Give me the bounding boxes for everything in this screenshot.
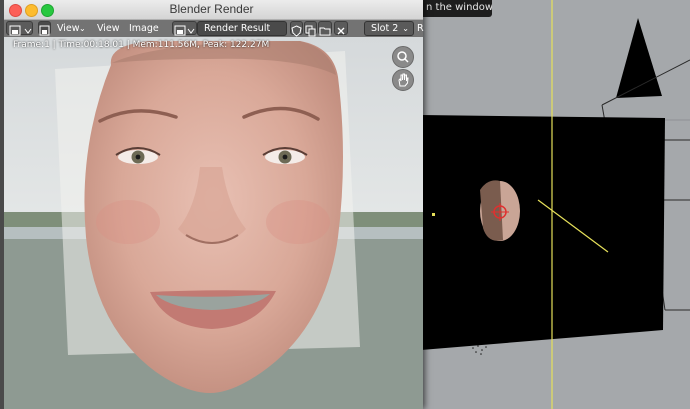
rendered-face-image <box>0 37 423 409</box>
close-icon <box>337 27 345 35</box>
chevron-down-icon: ⌄ <box>79 24 86 33</box>
editor-type-dropdown[interactable] <box>6 21 33 36</box>
tooltip-text: n the window. <box>426 2 492 13</box>
image-icon[interactable] <box>38 21 51 36</box>
render-result-image[interactable] <box>0 37 423 409</box>
tooltip: n the window. <box>420 0 492 17</box>
image-browse-button[interactable] <box>172 21 197 36</box>
fake-user-button[interactable] <box>290 21 303 37</box>
view-menu[interactable]: View <box>97 21 120 36</box>
window-title: Blender Render <box>169 2 254 16</box>
copy-icon <box>305 25 316 37</box>
hand-icon <box>398 73 409 87</box>
zoom-button[interactable] <box>392 46 414 68</box>
image-name-field[interactable]: Render Result <box>197 21 287 36</box>
open-folder-button[interactable] <box>318 21 332 36</box>
render-status-text: Frame:1 | Time:00:18.01 | Mem:111.56M, P… <box>13 40 270 50</box>
image-editor-icon <box>9 25 32 36</box>
chevron-down-icon: ⌄ <box>402 24 409 33</box>
image-menu[interactable]: Image <box>129 21 159 36</box>
image-editor-header: View ⌄ View Image Render Result Slot 2 ⌄… <box>0 20 424 38</box>
folder-icon <box>319 27 331 36</box>
copy-button[interactable] <box>304 21 317 37</box>
slot-dropdown[interactable]: Slot 2 ⌄ <box>364 21 414 36</box>
render-window[interactable]: Blender Render View ⌄ View Image Render … <box>0 0 424 409</box>
black-plane <box>421 115 665 350</box>
zoom-icon <box>397 51 409 63</box>
shield-icon <box>291 25 302 37</box>
view-menu-dropdown[interactable]: View <box>57 21 80 36</box>
window-titlebar[interactable]: Blender Render <box>0 0 423 20</box>
slot-label: Slot 2 <box>371 23 399 34</box>
truncated-menu[interactable]: R <box>417 21 424 36</box>
unlink-button[interactable] <box>334 21 348 35</box>
pan-button[interactable] <box>392 69 414 91</box>
image-browse-icon <box>174 25 195 36</box>
side-border <box>0 0 4 409</box>
